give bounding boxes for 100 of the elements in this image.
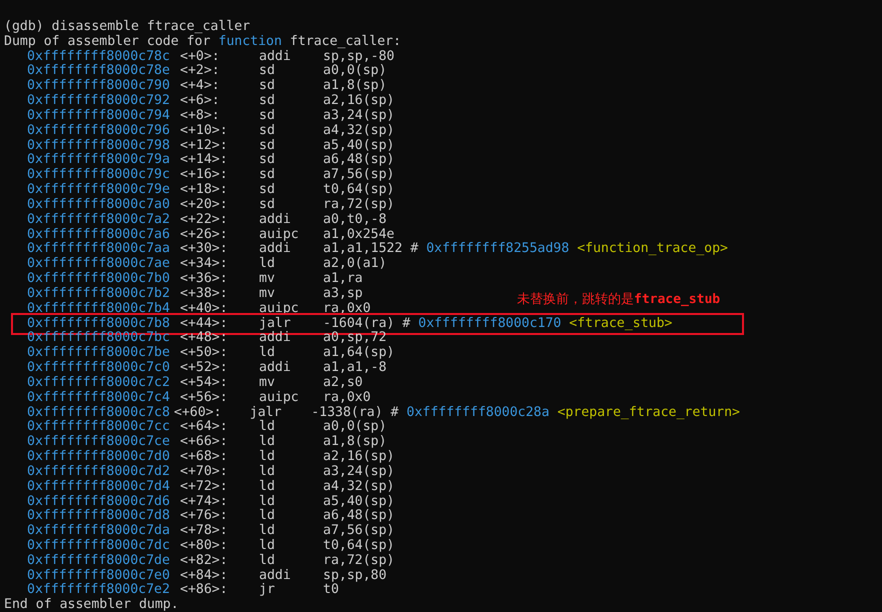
mnemonic-text: addi — [259, 212, 292, 228]
mnemonic-text: ld — [259, 524, 276, 538]
address-text: 0xffffffff8000c7bc — [27, 331, 171, 346]
offset-text: <+44>: — [180, 316, 229, 331]
operands-text: ra,0x0 — [323, 390, 371, 406]
mnemonic-text: sd — [259, 198, 276, 213]
offset-text: <+22>: — [180, 212, 229, 228]
address-text: 0xffffffff8000c7d8 — [27, 509, 171, 524]
mnemonic-text: auipc — [259, 228, 300, 242]
address-text: 0xffffffff8000c790 — [27, 79, 171, 94]
symbol-text: <prepare_ftrace_return> — [556, 406, 740, 420]
address-text: 0xffffffff8000c79e — [27, 183, 171, 198]
offset-text: <+74>: — [180, 494, 229, 509]
offset-text: <+0>: — [180, 50, 221, 64]
operands-text: ra,0x0 — [323, 302, 371, 317]
operands-text: a0,sp,72 — [323, 331, 387, 346]
mnemonic-text: sd — [259, 168, 276, 183]
mnemonic-text: ld — [259, 464, 276, 480]
operands-text: a3,sp — [323, 286, 363, 302]
comment-mark-text: # — [401, 316, 412, 332]
offset-text: <+80>: — [180, 538, 229, 554]
offset-text: <+40>: — [180, 302, 229, 317]
mnemonic-text: sd — [259, 183, 276, 198]
target-address-text: 0xffffffff8000c28a — [406, 406, 550, 420]
mnemonic-text: sd — [259, 64, 276, 79]
offset-text: <+86>: — [180, 583, 229, 598]
offset-text: <+12>: — [180, 138, 229, 153]
address-text: 0xffffffff8000c7a0 — [27, 198, 171, 213]
comment-mark-text: # — [390, 406, 400, 420]
operands-text: a1,ra — [323, 272, 363, 287]
mnemonic-text: sd — [259, 153, 276, 168]
mnemonic-text: sd — [259, 138, 276, 153]
address-text: 0xffffffff8000c7c2 — [27, 376, 171, 391]
offset-text: <+52>: — [180, 361, 229, 376]
address-text: 0xffffffff8000c7d6 — [27, 494, 171, 509]
operands-text: a5,40(sp) — [323, 138, 394, 153]
offset-text: <+16>: — [180, 168, 229, 183]
footer-text: End of assembler dump. — [4, 598, 179, 612]
offset-text: <+18>: — [180, 183, 229, 198]
address-text: 0xffffffff8000c794 — [27, 108, 171, 124]
address-text: 0xffffffff8000c7d4 — [27, 480, 171, 494]
offset-text: <+20>: — [180, 198, 229, 213]
mnemonic-text: ld — [259, 494, 276, 508]
offset-text: <+14>: — [180, 153, 229, 168]
operands-text: t0 — [323, 583, 339, 598]
address-text: 0xffffffff8000c7b2 — [27, 286, 171, 302]
offset-text: <+4>: — [180, 79, 221, 94]
operands-text: t0,64(sp) — [323, 538, 394, 554]
offset-text: <+6>: — [180, 94, 221, 109]
address-text: 0xffffffff8000c7d2 — [27, 464, 171, 480]
mnemonic-text: mv — [259, 376, 276, 391]
operands-text: ra,72(sp) — [323, 198, 394, 213]
address-text: 0xffffffff8000c78e — [27, 64, 171, 79]
target-address-text: 0xffffffff8255ad98 — [426, 242, 570, 258]
address-text: 0xffffffff8000c7a6 — [27, 228, 171, 242]
operands-text: a1,a1,-8 — [323, 361, 387, 376]
symbol-text: <function_trace_op> — [576, 242, 728, 258]
mnemonic-text: mv — [259, 286, 276, 302]
address-text: 0xffffffff8000c7da — [27, 524, 171, 539]
address-text: 0xffffffff8000c796 — [27, 124, 171, 139]
mnemonic-text: addi — [259, 242, 292, 256]
operands-text: sp,sp,-80 — [323, 50, 394, 64]
operands-text: a3,24(sp) — [323, 108, 394, 124]
operands-text: a0,0(sp) — [323, 64, 387, 79]
mnemonic-text: jalr — [259, 316, 292, 331]
operands-text: a3,24(sp) — [323, 464, 394, 480]
offset-text: <+84>: — [180, 568, 229, 583]
address-text: 0xffffffff8000c7dc — [27, 538, 171, 554]
address-text: 0xffffffff8000c7b0 — [27, 272, 171, 287]
operands-text: a0,0(sp) — [323, 420, 387, 435]
address-text: 0xffffffff8000c7a2 — [27, 212, 171, 228]
mnemonic-text: jr — [259, 583, 276, 598]
offset-text: <+10>: — [180, 124, 229, 139]
offset-text: <+36>: — [180, 272, 229, 287]
offset-text: <+50>: — [180, 346, 229, 361]
operands-text: a0,t0,-8 — [323, 212, 387, 228]
address-text: 0xffffffff8000c7b4 — [27, 302, 171, 317]
offset-text: <+60>: — [174, 406, 223, 420]
operands-text: a5,40(sp) — [323, 494, 394, 509]
address-text: 0xffffffff8000c7c0 — [27, 361, 171, 376]
offset-text: <+54>: — [180, 376, 229, 391]
operands-text: a1,8(sp) — [323, 435, 387, 450]
operands-text: a7,56(sp) — [323, 524, 394, 539]
offset-text: <+56>: — [180, 390, 229, 406]
symbol-text: <ftrace_stub> — [568, 316, 672, 332]
mnemonic-text: sd — [259, 94, 276, 109]
mnemonic-text: ld — [259, 346, 276, 361]
address-text: 0xffffffff8000c7e0 — [27, 568, 171, 583]
mnemonic-text: ld — [259, 554, 276, 569]
offset-text: <+30>: — [180, 242, 229, 257]
operands-text: sp,sp,80 — [323, 568, 387, 583]
annotation-text: 未替换前，跳转的是ftrace_stub — [517, 292, 720, 308]
address-text: 0xffffffff8000c7cc — [27, 420, 171, 435]
mnemonic-text: ld — [259, 420, 276, 434]
mnemonic-text: sd — [259, 79, 276, 94]
comment-mark-text: # — [409, 242, 420, 258]
address-text: 0xffffffff8000c792 — [27, 94, 171, 109]
operands-text: a1,0x254e — [323, 228, 394, 242]
address-text: 0xffffffff8000c7ae — [27, 257, 171, 272]
address-text: 0xffffffff8000c7de — [27, 554, 171, 569]
